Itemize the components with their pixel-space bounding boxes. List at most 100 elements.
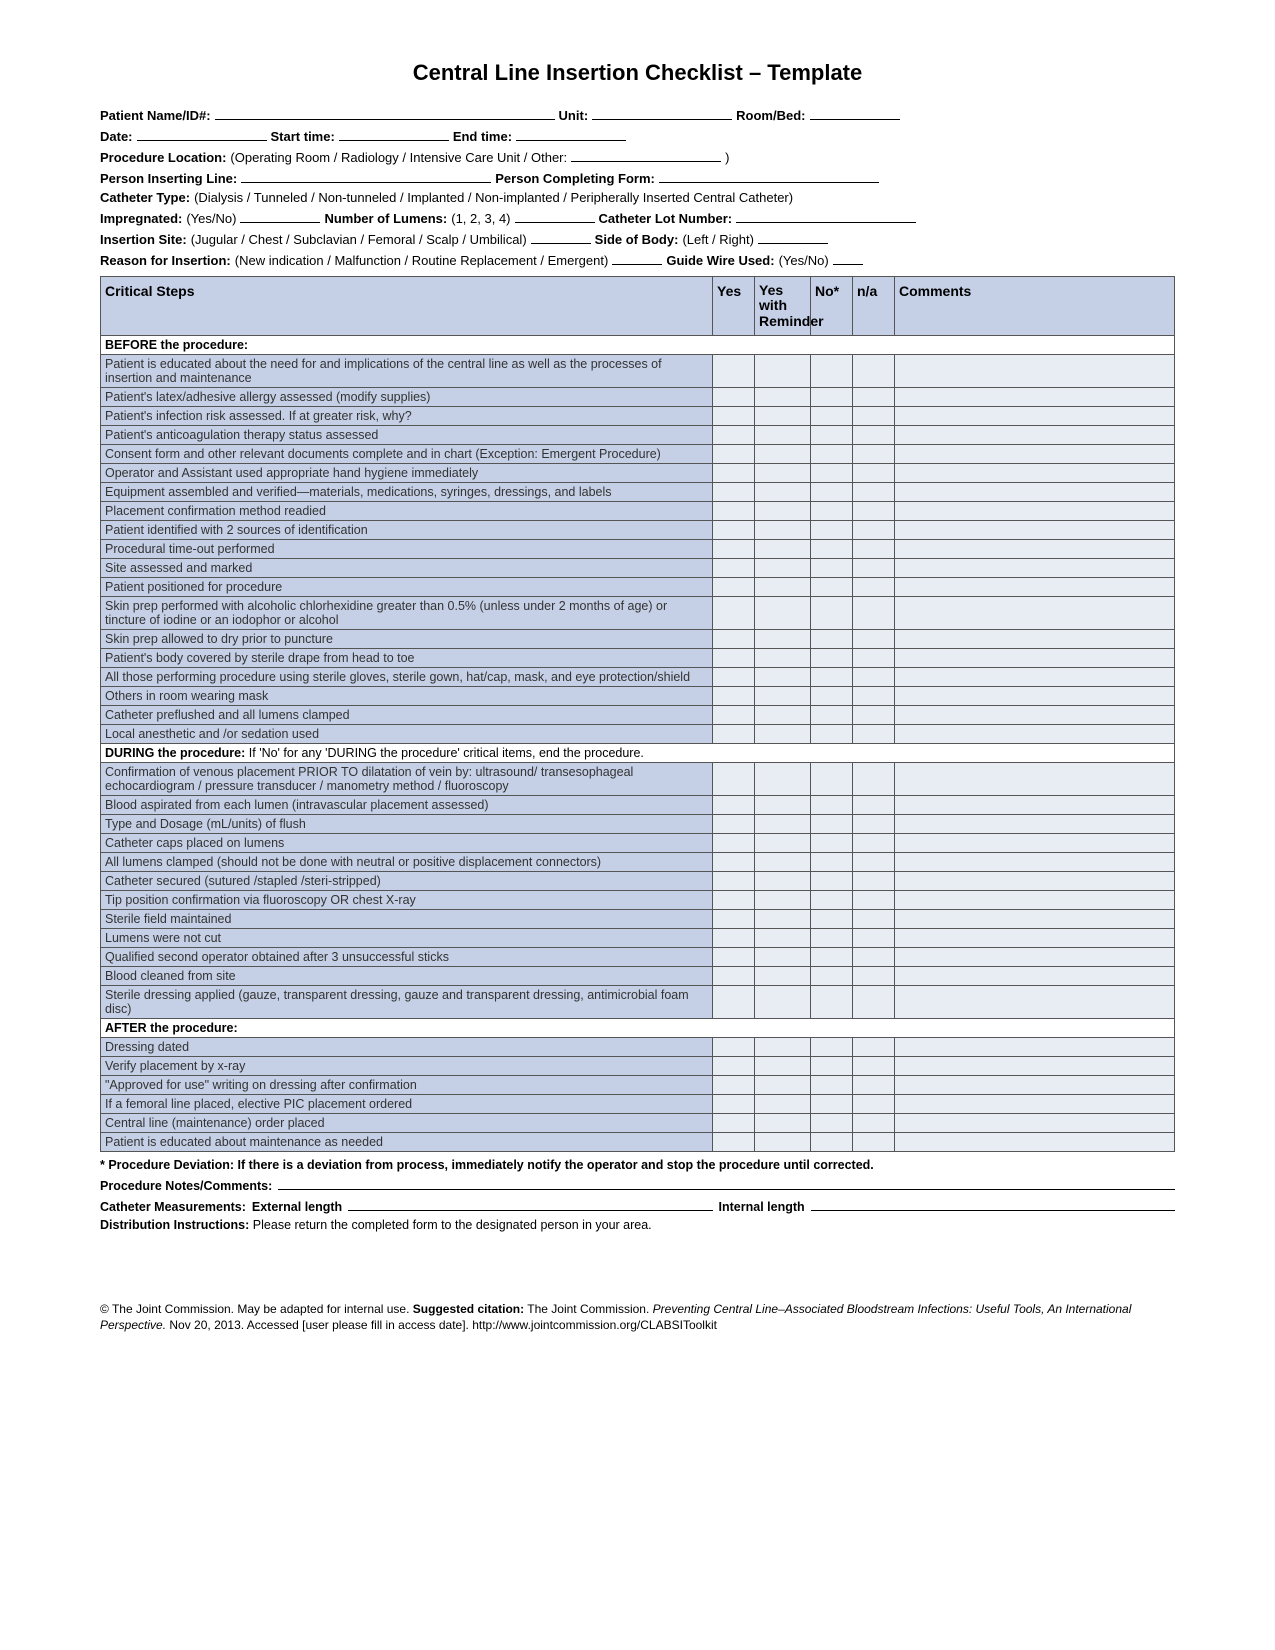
checkbox-cell[interactable] [713,872,755,891]
numlumens-input[interactable] [515,209,595,223]
comment-cell[interactable] [895,763,1175,796]
checkbox-cell[interactable] [713,521,755,540]
checkbox-cell[interactable] [713,834,755,853]
checkbox-cell[interactable] [713,578,755,597]
checkbox-cell[interactable] [755,910,811,929]
personform-input[interactable] [659,169,879,183]
checkbox-cell[interactable] [755,483,811,502]
checkbox-cell[interactable] [713,483,755,502]
checkbox-cell[interactable] [853,948,895,967]
checkbox-cell[interactable] [755,891,811,910]
checkbox-cell[interactable] [853,891,895,910]
checkbox-cell[interactable] [853,1133,895,1152]
checkbox-cell[interactable] [713,910,755,929]
checkbox-cell[interactable] [853,426,895,445]
checkbox-cell[interactable] [853,1038,895,1057]
checkbox-cell[interactable] [811,763,853,796]
checkbox-cell[interactable] [811,929,853,948]
checkbox-cell[interactable] [853,521,895,540]
patient-input[interactable] [215,106,555,120]
side-input[interactable] [758,230,828,244]
comment-cell[interactable] [895,355,1175,388]
checkbox-cell[interactable] [755,578,811,597]
checkbox-cell[interactable] [713,668,755,687]
checkbox-cell[interactable] [853,630,895,649]
checkbox-cell[interactable] [755,725,811,744]
personinsert-input[interactable] [241,169,491,183]
checkbox-cell[interactable] [811,986,853,1019]
checkbox-cell[interactable] [713,445,755,464]
checkbox-cell[interactable] [853,649,895,668]
comment-cell[interactable] [895,891,1175,910]
comment-cell[interactable] [895,687,1175,706]
checkbox-cell[interactable] [755,426,811,445]
checkbox-cell[interactable] [811,630,853,649]
checkbox-cell[interactable] [713,796,755,815]
procloc-other-input[interactable] [571,148,721,162]
checkbox-cell[interactable] [713,559,755,578]
checkbox-cell[interactable] [755,986,811,1019]
checkbox-cell[interactable] [713,630,755,649]
checkbox-cell[interactable] [853,796,895,815]
checkbox-cell[interactable] [811,967,853,986]
checkbox-cell[interactable] [755,872,811,891]
checkbox-cell[interactable] [853,1076,895,1095]
impreg-input[interactable] [240,209,320,223]
comment-cell[interactable] [895,649,1175,668]
checkbox-cell[interactable] [713,407,755,426]
comment-cell[interactable] [895,1057,1175,1076]
unit-input[interactable] [592,106,732,120]
checkbox-cell[interactable] [811,559,853,578]
site-input[interactable] [531,230,591,244]
comment-cell[interactable] [895,578,1175,597]
checkbox-cell[interactable] [713,687,755,706]
checkbox-cell[interactable] [755,1038,811,1057]
checkbox-cell[interactable] [853,853,895,872]
checkbox-cell[interactable] [811,445,853,464]
comment-cell[interactable] [895,1133,1175,1152]
checkbox-cell[interactable] [713,891,755,910]
checkbox-cell[interactable] [713,1076,755,1095]
comment-cell[interactable] [895,1038,1175,1057]
date-input[interactable] [137,127,267,141]
comment-cell[interactable] [895,706,1175,725]
comment-cell[interactable] [895,853,1175,872]
comment-cell[interactable] [895,986,1175,1019]
comment-cell[interactable] [895,668,1175,687]
lot-input[interactable] [736,209,916,223]
checkbox-cell[interactable] [853,1095,895,1114]
comment-cell[interactable] [895,521,1175,540]
checkbox-cell[interactable] [755,815,811,834]
checkbox-cell[interactable] [755,407,811,426]
checkbox-cell[interactable] [755,502,811,521]
checkbox-cell[interactable] [853,986,895,1019]
checkbox-cell[interactable] [755,1095,811,1114]
end-input[interactable] [516,127,626,141]
checkbox-cell[interactable] [713,1095,755,1114]
checkbox-cell[interactable] [853,967,895,986]
checkbox-cell[interactable] [713,426,755,445]
start-input[interactable] [339,127,449,141]
checkbox-cell[interactable] [811,815,853,834]
checkbox-cell[interactable] [811,388,853,407]
comment-cell[interactable] [895,502,1175,521]
int-input[interactable] [811,1197,1175,1211]
checkbox-cell[interactable] [755,967,811,986]
checkbox-cell[interactable] [853,815,895,834]
roombed-input[interactable] [810,106,900,120]
ext-input[interactable] [348,1197,712,1211]
checkbox-cell[interactable] [755,668,811,687]
checkbox-cell[interactable] [755,796,811,815]
comment-cell[interactable] [895,483,1175,502]
comment-cell[interactable] [895,815,1175,834]
checkbox-cell[interactable] [755,1133,811,1152]
checkbox-cell[interactable] [811,796,853,815]
checkbox-cell[interactable] [713,1133,755,1152]
checkbox-cell[interactable] [853,929,895,948]
comment-cell[interactable] [895,388,1175,407]
checkbox-cell[interactable] [755,630,811,649]
checkbox-cell[interactable] [755,521,811,540]
checkbox-cell[interactable] [853,706,895,725]
checkbox-cell[interactable] [755,388,811,407]
checkbox-cell[interactable] [853,1057,895,1076]
